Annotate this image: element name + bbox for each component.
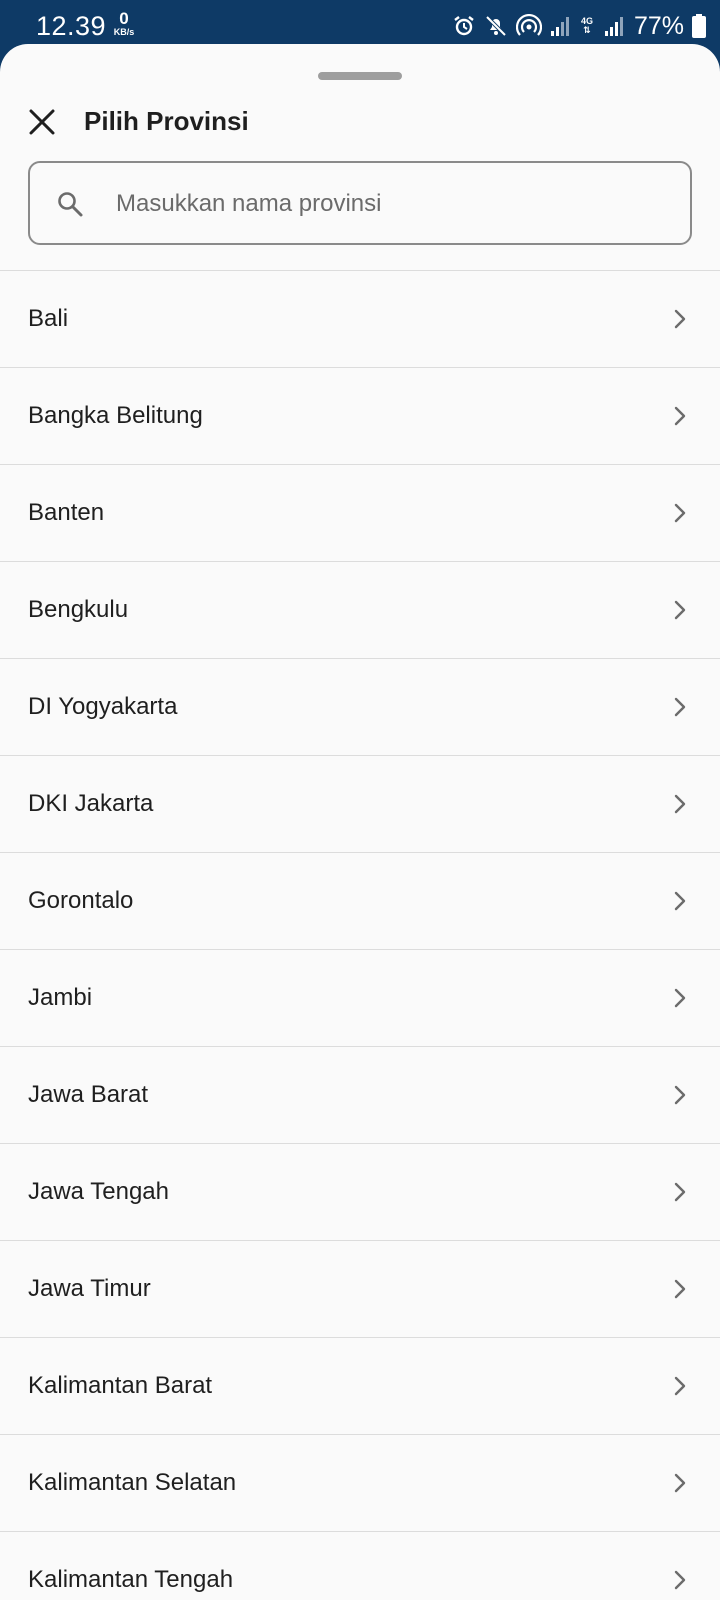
province-item-label: DKI Jakarta: [28, 790, 154, 817]
alarm-icon: [454, 16, 474, 36]
close-button[interactable]: [20, 100, 64, 144]
page-title: Pilih Provinsi: [84, 106, 249, 136]
province-item[interactable]: Jambi: [0, 950, 720, 1047]
chevron-right-icon: [674, 1570, 686, 1590]
search-icon: [58, 192, 83, 217]
chevron-right-icon: [674, 1376, 686, 1396]
chevron-right-icon: [674, 794, 686, 814]
province-item-label: Kalimantan Barat: [28, 1372, 213, 1399]
province-item-label: Gorontalo: [28, 887, 134, 914]
province-item[interactable]: Bali: [0, 271, 720, 368]
network-speed: 0 KB/s: [109, 10, 139, 37]
province-item[interactable]: Kalimantan Barat: [0, 1338, 720, 1435]
province-item-label: Kalimantan Tengah: [28, 1566, 234, 1593]
province-item-label: Bali: [28, 305, 69, 332]
chevron-right-icon: [674, 503, 686, 523]
province-item[interactable]: Kalimantan Selatan: [0, 1435, 720, 1532]
status-icons: 4G ⇅ 77%: [452, 12, 706, 40]
search-box[interactable]: [28, 161, 692, 245]
chevron-right-icon: [674, 406, 686, 426]
province-item-label: DI Yogyakarta: [28, 693, 178, 720]
signal-icon: [550, 17, 569, 36]
province-item[interactable]: Bangka Belitung: [0, 368, 720, 465]
province-item[interactable]: DKI Jakarta: [0, 756, 720, 853]
chevron-right-icon: [674, 600, 686, 620]
province-item[interactable]: Banten: [0, 465, 720, 562]
chevron-right-icon: [674, 1182, 686, 1202]
province-item[interactable]: Bengkulu: [0, 562, 720, 659]
province-item-label: Jawa Tengah: [28, 1178, 169, 1205]
province-item[interactable]: Kalimantan Tengah: [0, 1532, 720, 1600]
mute-icon: [485, 15, 507, 37]
search-input[interactable]: [114, 181, 678, 227]
province-item-label: Bengkulu: [28, 596, 129, 623]
province-item-label: Jawa Barat: [28, 1081, 149, 1108]
province-item[interactable]: Jawa Barat: [0, 1047, 720, 1144]
close-icon: [29, 109, 55, 135]
chevron-right-icon: [674, 988, 686, 1008]
province-item[interactable]: DI Yogyakarta: [0, 659, 720, 756]
province-item-label: Kalimantan Selatan: [28, 1469, 237, 1496]
signal-icon: [604, 17, 623, 36]
chevron-right-icon: [674, 891, 686, 911]
province-item-label: Jawa Timur: [28, 1275, 151, 1302]
province-item[interactable]: Gorontalo: [0, 853, 720, 950]
chevron-right-icon: [674, 1473, 686, 1493]
chevron-right-icon: [674, 309, 686, 329]
chevron-right-icon: [674, 697, 686, 717]
network-speed-unit: KB/s: [113, 27, 135, 37]
chevron-right-icon: [674, 1279, 686, 1299]
province-item-label: Jambi: [28, 984, 93, 1011]
chevron-right-icon: [674, 1085, 686, 1105]
province-item-label: Bangka Belitung: [28, 402, 203, 429]
province-list: Bali Bangka Belitung Banten Bengkulu DI Yogy…: [0, 270, 720, 1600]
drag-handle[interactable]: [318, 72, 402, 80]
province-item-label: Banten: [28, 499, 105, 526]
network-type: 4G ⇅: [580, 16, 593, 35]
network-speed-value: 0: [119, 9, 129, 28]
province-item[interactable]: Jawa Timur: [0, 1241, 720, 1338]
battery-icon: [692, 14, 706, 38]
hotspot-icon: [515, 14, 542, 36]
status-time: 12.39: [36, 11, 107, 41]
battery-percent: 77%: [633, 11, 684, 40]
province-item[interactable]: Jawa Tengah: [0, 1144, 720, 1241]
bottom-sheet: Pilih Provinsi Bali Bangka Belitung Banten…: [0, 44, 720, 1600]
network-type-label: 4G: [580, 16, 593, 26]
